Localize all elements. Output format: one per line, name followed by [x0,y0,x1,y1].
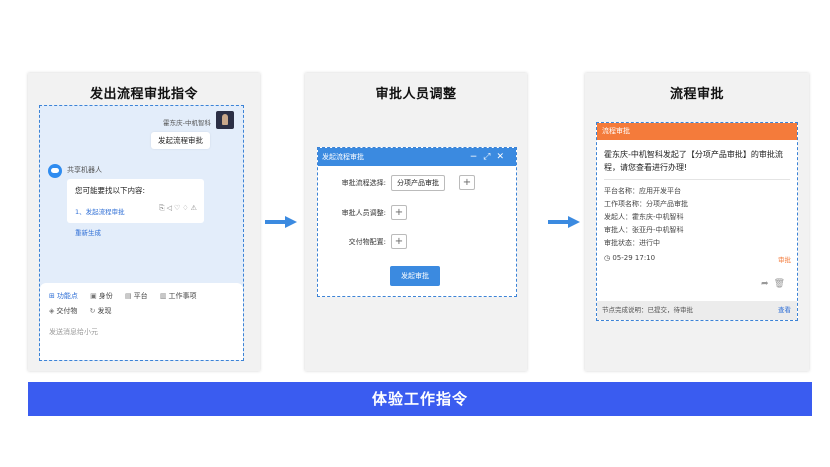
label-deliverable-config: 交付物配置: [348,238,386,246]
chat-toolbar: ⊞ 功能点 ▣ 身份 ▤ 平台 ▥ 工作事项 ◈ 交付物 ↻ 发现 发送消息给小元 [40,283,243,360]
tool-platform[interactable]: ▤ 平台 [125,291,148,301]
card-footer: 节点完成说明：已提交，待审批 查看 [597,301,797,320]
field-work-item: 工作项名称：分项产品审批 [604,200,688,208]
arrow-right-icon [265,216,297,228]
stage: 发出流程审批指令 霍东庆-中机智科 发起流程审批 共享机器人 您可能要找以下内容… [0,0,830,467]
user-message-bubble: 发起流程审批 [151,132,210,149]
panel-title: 审批人员调整 [375,87,457,102]
dialog-header: 发起流程审批 −⤢✕ [318,148,516,166]
field-initiator: 发起人：霍东庆-中机智科 [604,213,684,221]
label-approver-adjust: 审批人员调整: [341,209,386,217]
panel-adjust-approvers: 审批人员调整 发起流程审批 −⤢✕ 审批流程选择: 分项产品审批 + 审批人员调… [305,73,527,371]
panel-title: 流程审批 [669,87,724,102]
user-avatar [216,111,234,129]
add-deliverable-button[interactable]: + [391,234,407,249]
layers-icon: ◈ [49,307,55,315]
tool-identity[interactable]: ▣ 身份 [90,291,113,301]
approval-dialog: 发起流程审批 −⤢✕ 审批流程选择: 分项产品审批 + 审批人员调整: + 交付… [317,147,517,297]
add-approver-button[interactable]: + [391,205,407,220]
minimize-icon[interactable]: − [470,152,484,162]
divider [604,179,790,180]
field-status: 审批状态：进行中 [604,239,660,247]
bot-reply-card: 您可能要找以下内容: 1、发起流程审批 ⎘◁♡♢⚠ [67,179,204,223]
dialog-title: 发起流程审批 [322,153,364,161]
add-flow-button[interactable]: + [459,175,475,190]
tool-deliverables[interactable]: ◈ 交付物 [49,306,77,316]
work-item-icon: ▥ [159,292,167,300]
thumb-down-icon[interactable]: ♢ [182,204,190,212]
platform-icon: ▤ [124,292,132,300]
bot-suggestion-link[interactable]: 1、发起流程审批 [75,206,125,216]
copy-icon[interactable]: ⎘ [159,204,167,212]
chat-window: 霍东庆-中机智科 发起流程审批 共享机器人 您可能要找以下内容: 1、发起流程审… [39,105,244,361]
selected-flow-chip[interactable]: 分项产品审批 [391,175,445,191]
dialog-controls: −⤢✕ [470,148,510,166]
panel-approval: 流程审批 流程审批 霍东庆-中机智科发起了【分项产品审批】的审批流程，请您查看进… [585,73,809,371]
grid-icon: ⊞ [49,292,55,300]
reply-actions: ⎘◁♡♢⚠ [159,204,199,213]
panel-title: 发出流程审批指令 [89,87,198,102]
tool-discover[interactable]: ↻ 发现 [90,306,112,316]
trash-icon[interactable]: 🗑 [774,279,790,289]
field-approver: 审批人：张亚丹-中机智科 [604,226,684,234]
node-status: 节点完成说明：已提交，待审批 [602,306,693,314]
card-message: 霍东庆-中机智科发起了【分项产品审批】的审批流程，请您查看进行办理! [604,150,783,172]
card-actions: ➦🗑 [761,279,790,289]
discover-icon: ↻ [89,307,96,315]
tool-row: ⊞ 功能点 ▣ 身份 ▤ 平台 ▥ 工作事项 [49,291,206,301]
message-input[interactable]: 发送消息给小元 [49,327,98,337]
close-icon[interactable]: ✕ [496,152,510,162]
label-flow-select: 审批流程选择: [341,179,386,187]
bot-avatar-icon [48,164,62,178]
arrow-right-icon [548,216,580,228]
approval-card: 流程审批 霍东庆-中机智科发起了【分项产品审批】的审批流程，请您查看进行办理! … [596,122,798,321]
tool-function-points[interactable]: ⊞ 功能点 [49,291,78,301]
report-icon[interactable]: ⚠ [191,204,199,212]
card-header: 流程审批 [597,123,797,140]
bot-prompt: 您可能要找以下内容: [75,186,146,195]
send-icon[interactable]: ◁ [167,204,174,212]
clock-icon: ◷ [604,254,611,262]
submit-approval-button[interactable]: 发起审批 [390,266,440,286]
card-time: ◷ 05-29 17:10 [604,254,656,262]
field-platform: 平台名称：应用开发平台 [604,187,681,195]
share-icon[interactable]: ➦ [761,279,774,289]
experience-banner-button[interactable]: 体验工作指令 [28,382,812,416]
id-card-icon: ▣ [90,292,97,300]
view-link[interactable]: 查看 [778,301,791,320]
bot-name: 共享机器人 [67,166,102,174]
regenerate-link[interactable]: 重新生成 [75,227,101,237]
tool-row: ◈ 交付物 ↻ 发现 [49,306,122,316]
approve-tag[interactable]: 审批 [778,254,791,264]
user-name: 霍东庆-中机智科 [163,119,211,127]
tool-work-items[interactable]: ▥ 工作事项 [160,291,197,301]
maximize-icon[interactable]: ⤢ [483,152,496,162]
panel-send-command: 发出流程审批指令 霍东庆-中机智科 发起流程审批 共享机器人 您可能要找以下内容… [28,73,260,371]
